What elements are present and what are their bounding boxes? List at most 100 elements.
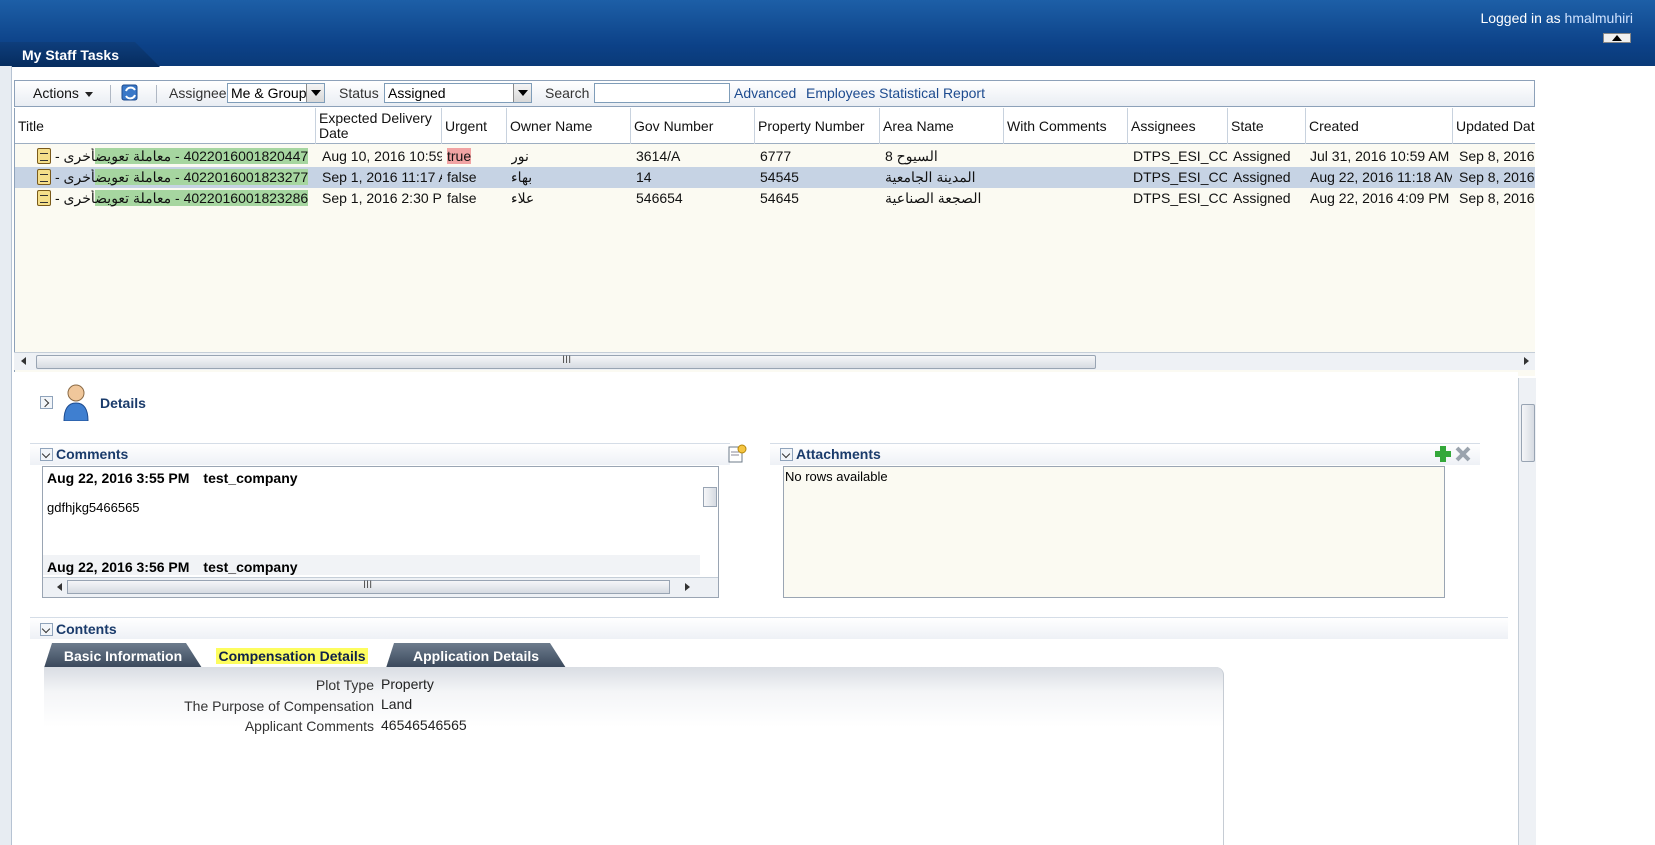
column-header-property-number[interactable]: Property Number: [755, 108, 880, 144]
column-header-urgent[interactable]: Urgent: [442, 108, 507, 144]
row-updated: Sep 8, 2016: [1459, 169, 1535, 185]
row-created: Jul 31, 2016 10:59 AM: [1310, 148, 1450, 164]
scroll-left-icon[interactable]: [57, 583, 62, 591]
comments-hscroll[interactable]: III: [43, 577, 718, 597]
status-label: Status: [339, 85, 379, 101]
actions-menu[interactable]: Actions: [33, 85, 93, 101]
refresh-icon[interactable]: [120, 82, 142, 104]
row-gov-number: 546654: [636, 190, 683, 206]
row-area: المدينة الجامعية: [885, 169, 976, 185]
scroll-right-icon[interactable]: [685, 583, 690, 591]
detail-vertical-scrollbar[interactable]: [1518, 378, 1536, 845]
contents-title: Contents: [56, 621, 117, 637]
username-link[interactable]: hmalmuhiri: [1565, 10, 1633, 26]
collapse-header-button[interactable]: [1603, 33, 1631, 43]
scroll-grip: III: [562, 354, 572, 366]
employees-statistical-report-link[interactable]: Employees Statistical Report: [806, 85, 985, 101]
row-title-id[interactable]: 4022016001823277 - معاملة تعويض: [95, 169, 309, 185]
row-expected-date: Sep 1, 2016 2:30 PM: [322, 190, 442, 206]
scroll-left-icon[interactable]: [21, 357, 26, 365]
left-splitter[interactable]: [0, 66, 12, 845]
advanced-search-link[interactable]: Advanced: [734, 85, 796, 101]
table-horizontal-scrollbar[interactable]: III: [14, 352, 1535, 370]
row-assignees: DTPS_ESI_COMPENSATION: [1133, 148, 1227, 164]
scroll-grip: III: [363, 579, 373, 591]
table-row[interactable]: 4022016001823277 - معاملة تعويضأخرى - Se…: [15, 167, 1535, 188]
column-header-state[interactable]: State: [1228, 108, 1306, 144]
row-title[interactable]: 4022016001820447 - معاملة تعويضأخرى -: [55, 148, 315, 166]
comments-title: Comments: [56, 446, 129, 462]
column-header-with-comments[interactable]: With Comments: [1004, 108, 1128, 144]
row-title-prefix: أخرى -: [55, 148, 96, 164]
login-status: Logged in as hmalmuhiri: [1480, 10, 1633, 26]
row-with-comments: [1009, 190, 1127, 208]
comments-vscroll-thumb[interactable]: [703, 487, 717, 507]
row-property-number: 54645: [760, 190, 799, 206]
details-title[interactable]: Details: [100, 395, 146, 411]
row-title-id[interactable]: 4022016001820447 - معاملة تعويض: [95, 148, 309, 164]
contents-header: [30, 617, 1508, 639]
row-title[interactable]: 4022016001823286 - معاملة تعويضأخرى -: [55, 190, 315, 208]
attachments-empty-text: No rows available: [785, 469, 888, 484]
row-gov-number: 3614/A: [636, 148, 681, 164]
row-expected-date: Sep 1, 2016 11:17 AM: [322, 169, 442, 185]
row-owner: بهاء: [511, 169, 533, 185]
comment-date: Aug 22, 2016 3:55 PM: [47, 470, 190, 486]
assignee-select[interactable]: Me & Group: [227, 83, 325, 103]
tab-my-staff-tasks[interactable]: My Staff Tasks: [0, 42, 160, 67]
row-urgent: false: [447, 190, 477, 206]
column-header-assignees[interactable]: Assignees: [1128, 108, 1228, 144]
status-select[interactable]: Assigned: [384, 83, 532, 103]
row-area: الصجعة الصناعية: [885, 190, 982, 206]
column-header-area-name[interactable]: Area Name: [880, 108, 1004, 144]
table-row[interactable]: 4022016001820447 - معاملة تعويضأخرى - Au…: [15, 146, 1535, 167]
scrollbar-thumb[interactable]: III: [67, 579, 670, 594]
task-clipboard-icon: [37, 148, 51, 164]
column-header-gov-number[interactable]: Gov Number: [631, 108, 755, 144]
app-header: [0, 0, 1655, 66]
row-title[interactable]: 4022016001823277 - معاملة تعويضأخرى -: [55, 169, 315, 187]
column-header-title[interactable]: Title: [15, 108, 316, 144]
row-updated: Sep 8, 2016: [1459, 190, 1535, 206]
row-area: السيوح 8: [885, 148, 938, 164]
task-clipboard-icon: [37, 169, 51, 185]
row-urgent: true: [447, 148, 472, 164]
tab-compensation-details[interactable]: Compensation Details: [204, 643, 380, 668]
add-attachment-icon[interactable]: [1434, 445, 1452, 463]
applicant-comments-value: 46546546565: [381, 717, 467, 733]
collapse-contents-toggle[interactable]: [40, 623, 53, 636]
tab-compensation-details-label: Compensation Details: [216, 648, 368, 664]
tab-basic-information[interactable]: Basic Information: [44, 643, 202, 668]
scrollbar-thumb[interactable]: III: [36, 354, 1096, 369]
scroll-right-icon[interactable]: [1524, 357, 1529, 365]
add-comment-icon[interactable]: [727, 444, 747, 464]
search-input[interactable]: [594, 83, 730, 103]
column-header-created[interactable]: Created: [1306, 108, 1453, 144]
row-with-comments: [1009, 169, 1127, 187]
expand-details-toggle[interactable]: [40, 396, 53, 409]
column-header-owner-name[interactable]: Owner Name: [507, 108, 631, 144]
search-label: Search: [545, 85, 590, 101]
scrollbar-thumb[interactable]: [1521, 404, 1535, 462]
column-header-updated-date[interactable]: Updated Date: [1453, 108, 1535, 144]
row-property-number: 6777: [760, 148, 792, 164]
delete-attachment-icon[interactable]: [1454, 445, 1472, 463]
compensation-details-panel: Plot Type Property The Purpose of Compen…: [44, 667, 1224, 845]
table-row[interactable]: 4022016001823286 - معاملة تعويضأخرى - Se…: [15, 188, 1535, 209]
column-header-expected-delivery-date[interactable]: Expected Delivery Date: [316, 108, 442, 144]
user-icon: [63, 384, 89, 421]
task-table: Title Expected Delivery Date Urgent Owne…: [14, 108, 1535, 376]
row-urgent: false: [447, 169, 477, 185]
assignee-select-value: Me & Group: [231, 85, 307, 101]
row-title-prefix: أخرى -: [55, 190, 96, 206]
chevron-down-icon: [306, 84, 324, 102]
plot-type-label: Plot Type: [315, 677, 374, 693]
row-created: Aug 22, 2016 4:09 PM: [1310, 190, 1450, 206]
plot-type-value: Property: [381, 676, 434, 692]
row-title-id[interactable]: 4022016001823286 - معاملة تعويض: [95, 190, 309, 206]
row-property-number: 54545: [760, 169, 799, 185]
collapse-attachments-toggle[interactable]: [780, 448, 793, 461]
collapse-comments-toggle[interactable]: [40, 448, 53, 461]
tab-application-details[interactable]: Application Details: [386, 643, 566, 668]
purpose-of-compensation-label: The Purpose of Compensation: [184, 698, 374, 714]
